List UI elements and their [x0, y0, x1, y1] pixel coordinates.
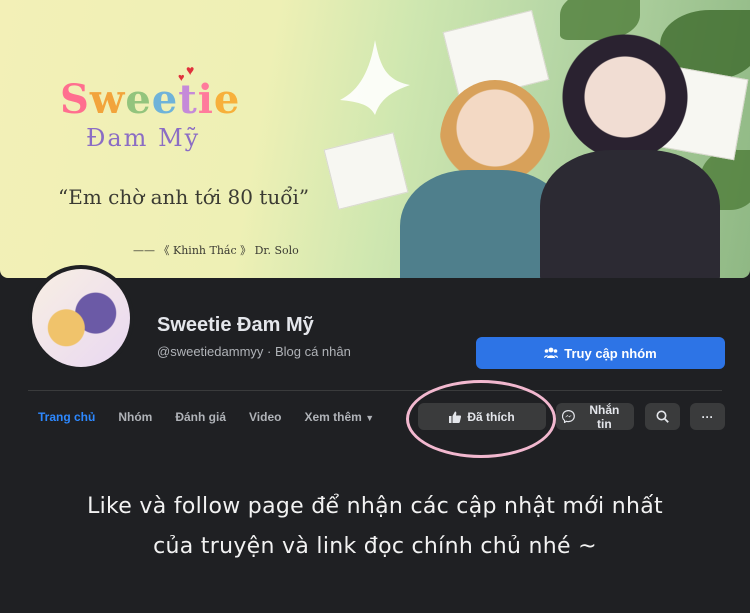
- visit-group-button[interactable]: Truy cập nhóm: [476, 337, 725, 369]
- search-button[interactable]: [645, 403, 680, 430]
- heart-icon: ♥: [186, 62, 195, 78]
- group-icon: [544, 347, 559, 358]
- search-icon: [656, 410, 669, 423]
- cover-photo[interactable]: Sweetie ♥ ♥ Đam Mỹ “Em chờ anh tới 80 tu…: [0, 0, 750, 278]
- page-handle: @sweetiedammyy · Blog cá nhân: [157, 344, 351, 359]
- cover-quote: “Em chờ anh tới 80 tuổi”: [58, 185, 310, 209]
- tab-more-label: Xem thêm: [304, 410, 362, 424]
- character-right: [560, 20, 690, 160]
- dove-illustration: [340, 40, 410, 115]
- tab-reviews[interactable]: Đánh giá: [175, 410, 226, 424]
- character-right-shirt: [540, 150, 720, 278]
- brand-subtitle: Đam Mỹ: [86, 124, 201, 152]
- section-divider: [28, 390, 722, 391]
- messenger-icon: [562, 410, 575, 423]
- tab-more[interactable]: Xem thêm ▼: [304, 410, 374, 424]
- avatar-image: [32, 269, 130, 367]
- cover-credit: —— 《 Khinh Thác 》 Dr. Solo: [133, 244, 299, 257]
- more-icon: ···: [701, 409, 714, 424]
- tab-video[interactable]: Video: [249, 410, 281, 424]
- more-options-button[interactable]: ···: [690, 403, 725, 430]
- caption-line-2: của truyện và link đọc chính chủ nhé ~: [153, 534, 597, 559]
- caret-down-icon: ▼: [365, 413, 375, 423]
- tab-groups[interactable]: Nhóm: [118, 410, 152, 424]
- message-button[interactable]: Nhắn tin: [556, 402, 634, 431]
- sheet-music: [323, 132, 409, 210]
- tab-home[interactable]: Trang chủ: [38, 410, 95, 424]
- page-tabs: Trang chủ Nhóm Đánh giá Video Xem thêm ▼: [38, 410, 374, 424]
- message-label: Nhắn tin: [589, 402, 620, 431]
- profile-avatar[interactable]: [28, 265, 134, 371]
- heart-icon: ♥: [178, 72, 185, 84]
- page-name: Sweetie Đam Mỹ: [157, 314, 314, 336]
- highlight-circle: [406, 380, 556, 458]
- brand-logo: Sweetie: [60, 76, 241, 123]
- visit-group-label: Truy cập nhóm: [564, 345, 657, 361]
- caption-line-1: Like và follow page để nhận các cập nhật…: [87, 494, 663, 519]
